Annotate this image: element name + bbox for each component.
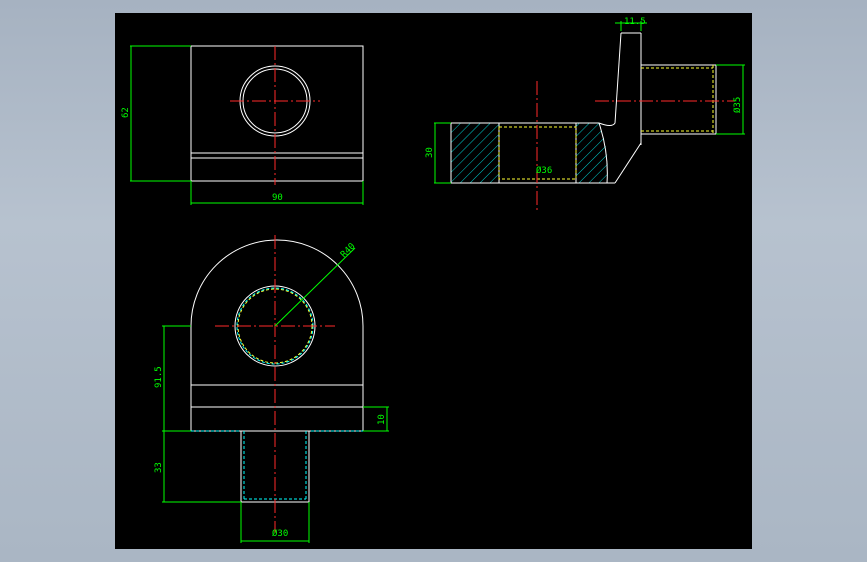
dim-front-radius: R40: [339, 242, 358, 261]
dim-side-right: Ø35: [732, 97, 743, 113]
dim-side-top: 11.5: [624, 17, 646, 27]
dim-top-width: 90: [272, 193, 283, 203]
front-view-outline: [190, 239, 364, 432]
section-hatch-right: [576, 123, 608, 183]
dim-front-stem: 33: [154, 462, 164, 473]
dim-front-left: 91.5: [154, 366, 164, 388]
dim-side-left: 30: [425, 147, 435, 158]
section-hatch-left: [451, 123, 499, 183]
dim-leader-radius: [274, 247, 356, 327]
front-view: R40 91.5 10 33 Ø30: [154, 235, 389, 543]
side-view-arm-right: [614, 33, 642, 184]
cad-drawing: 62 90 11.5 Ø35 30 Ø36 R40 91.5 10 33 Ø30: [121, 17, 745, 543]
dim-front-bottom: Ø30: [272, 528, 288, 539]
cad-drawing-canvas[interactable]: 62 90 11.5 Ø35 30 Ø36 R40 91.5 10 33 Ø30: [115, 13, 752, 549]
dim-front-thickness: 10: [377, 414, 387, 425]
side-view-stem: [640, 64, 717, 135]
side-view-arm-left: [598, 32, 622, 126]
side-view: 11.5 Ø35 30 Ø36: [425, 17, 745, 213]
top-view: 62 90: [121, 45, 364, 205]
dim-top-height: 62: [121, 107, 131, 118]
dim-side-inner: Ø36: [536, 165, 552, 176]
